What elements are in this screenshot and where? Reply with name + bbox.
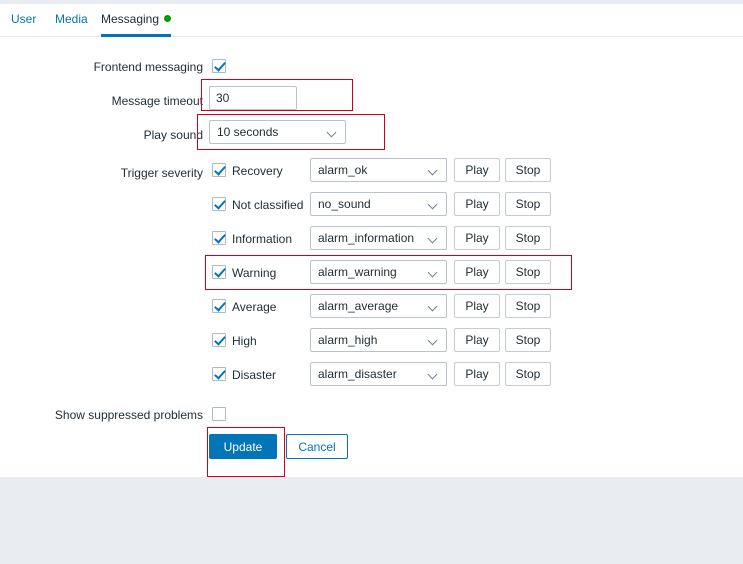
stop-button[interactable]: Stop (505, 362, 551, 386)
severity-sound-value: no_sound (318, 197, 371, 211)
severity-sound-select[interactable]: alarm_average (310, 294, 447, 318)
severity-sound-value: alarm_warning (318, 265, 397, 279)
chevron-down-icon (429, 303, 438, 308)
chevron-down-icon (429, 269, 438, 274)
severity-row: Not classified no_sound Play Stop (0, 192, 743, 226)
severity-sound-select[interactable]: alarm_disaster (310, 362, 447, 386)
play-button[interactable]: Play (454, 328, 500, 352)
severity-checkbox-not-classified[interactable] (212, 197, 226, 211)
tab-messaging[interactable]: Messaging (101, 4, 172, 37)
severity-checkbox-average[interactable] (212, 299, 226, 313)
severity-checkbox-warning[interactable] (212, 265, 226, 279)
severity-name: Recovery (232, 164, 283, 178)
stop-button[interactable]: Stop (505, 192, 551, 216)
severity-row: Recovery alarm_ok Play Stop (0, 158, 743, 192)
tab-bar: User Media Messaging (0, 4, 743, 37)
severity-name: Information (232, 232, 293, 246)
frontend-messaging-label: Frontend messaging (93, 60, 203, 74)
stop-button[interactable]: Stop (505, 328, 551, 352)
tab-media[interactable]: Media (55, 4, 88, 37)
chevron-down-icon (429, 167, 438, 172)
chevron-down-icon (429, 201, 438, 206)
severity-row: High alarm_high Play Stop (0, 328, 743, 362)
severity-name: Disaster (232, 368, 277, 382)
severity-row: Disaster alarm_disaster Play Stop (0, 362, 743, 396)
show-suppressed-checkbox[interactable] (212, 407, 226, 421)
chevron-down-icon (429, 337, 438, 342)
cancel-button[interactable]: Cancel (286, 434, 348, 459)
severity-sound-value: alarm_disaster (318, 367, 397, 381)
severity-checkbox-high[interactable] (212, 333, 226, 347)
stop-button[interactable]: Stop (505, 294, 551, 318)
tab-user[interactable]: User (11, 4, 36, 37)
play-button[interactable]: Play (454, 260, 500, 284)
message-timeout-input[interactable] (209, 86, 297, 110)
play-button[interactable]: Play (454, 226, 500, 250)
row-show-suppressed: Show suppressed problems (0, 402, 743, 436)
tab-messaging-label: Messaging (101, 12, 160, 26)
stop-button[interactable]: Stop (505, 158, 551, 182)
severity-sound-select[interactable]: no_sound (310, 192, 447, 216)
play-sound-select[interactable]: 10 seconds (209, 120, 346, 144)
play-button[interactable]: Play (454, 294, 500, 318)
severity-row: Warning alarm_warning Play Stop (0, 260, 743, 294)
message-timeout-label: Message timeout (111, 94, 203, 108)
play-sound-label: Play sound (143, 128, 203, 142)
severity-name: Not classified (232, 198, 304, 212)
severity-sound-select[interactable]: alarm_warning (310, 260, 447, 284)
status-dot-icon (164, 15, 172, 23)
row-message-timeout: Message timeout (0, 86, 743, 120)
chevron-down-icon (429, 371, 438, 376)
stop-button[interactable]: Stop (505, 260, 551, 284)
severity-name: Average (232, 300, 277, 314)
tab-media-label: Media (55, 12, 88, 26)
severity-name: Warning (232, 266, 277, 280)
severity-row: Information alarm_information Play Stop (0, 226, 743, 260)
severity-name: High (232, 334, 257, 348)
play-button[interactable]: Play (454, 362, 500, 386)
frontend-messaging-checkbox[interactable] (212, 59, 226, 73)
update-button[interactable]: Update (209, 434, 277, 459)
severity-sound-value: alarm_ok (318, 163, 368, 177)
chevron-down-icon (328, 129, 337, 134)
row-frontend-messaging: Frontend messaging (0, 54, 743, 88)
severity-sound-value: alarm_average (318, 299, 399, 313)
severity-row: Average alarm_average Play Stop (0, 294, 743, 328)
play-button[interactable]: Play (454, 192, 500, 216)
stop-button[interactable]: Stop (505, 226, 551, 250)
page-root: User Media Messaging Frontend messaging … (0, 0, 743, 564)
severity-sound-value: alarm_high (318, 333, 378, 347)
play-button[interactable]: Play (454, 158, 500, 182)
play-sound-select-value: 10 seconds (217, 125, 279, 139)
severity-sound-value: alarm_information (318, 231, 415, 245)
show-suppressed-label: Show suppressed problems (54, 408, 203, 422)
severity-checkbox-information[interactable] (212, 231, 226, 245)
severity-sound-select[interactable]: alarm_information (310, 226, 447, 250)
row-actions: Update Cancel (0, 434, 743, 468)
chevron-down-icon (429, 235, 438, 240)
row-play-sound: Play sound 10 seconds (0, 120, 743, 154)
severity-sound-select[interactable]: alarm_high (310, 328, 447, 352)
severity-checkbox-disaster[interactable] (212, 367, 226, 381)
severity-checkbox-recovery[interactable] (212, 163, 226, 177)
severity-sound-select[interactable]: alarm_ok (310, 158, 447, 182)
tab-user-label: User (11, 12, 37, 26)
